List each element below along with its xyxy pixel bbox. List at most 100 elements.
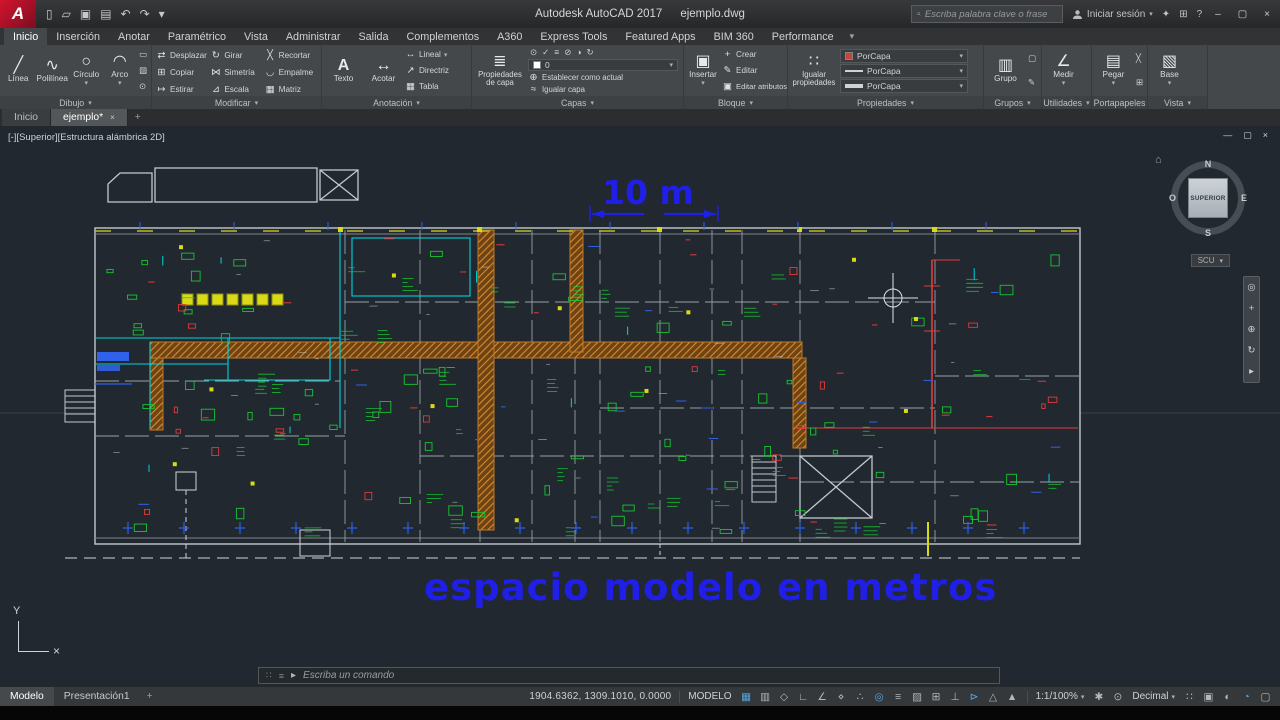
- panel-label-utilidades[interactable]: Utilidades ▾: [1042, 96, 1091, 109]
- line-button[interactable]: ╱ Línea: [3, 47, 34, 94]
- panel-label-vista[interactable]: Vista ▾: [1148, 96, 1207, 109]
- fillet-button[interactable]: ◡ Empalme: [265, 65, 317, 79]
- open-file-icon[interactable]: ▱: [62, 7, 71, 21]
- ribbon-tab-complementos[interactable]: Complementos: [397, 28, 488, 45]
- annotation-visibility-icon[interactable]: △: [987, 691, 1000, 703]
- mirror-button[interactable]: ⋈ Simetría: [210, 65, 262, 79]
- viewport-controls-label[interactable]: [-][Superior][Estructura alámbrica 2D]: [8, 132, 165, 143]
- viewcube-west[interactable]: O: [1169, 193, 1176, 203]
- layer-on-icon[interactable]: ⊙: [530, 47, 537, 58]
- ucs-selector[interactable]: SCU ▾: [1190, 254, 1230, 267]
- viewcube-east[interactable]: E: [1241, 193, 1247, 203]
- layer-freeze-icon[interactable]: ⊘: [564, 47, 571, 58]
- panel-label-propiedades[interactable]: Propiedades ▾: [788, 96, 983, 109]
- ribbon-display-toggle[interactable]: ▾: [843, 28, 862, 45]
- ribbon-tab-paramétrico[interactable]: Paramétrico: [159, 28, 235, 45]
- layer-list-icon[interactable]: ≡: [554, 47, 559, 58]
- ribbon-tab-inicio[interactable]: Inicio: [4, 28, 48, 45]
- viewport-restore-button[interactable]: ▢: [1243, 130, 1252, 141]
- viewport-minimize-button[interactable]: —: [1223, 130, 1232, 141]
- group-button[interactable]: ▥ Grupo: [987, 47, 1024, 94]
- object-color-combo[interactable]: PorCapa ▾: [840, 48, 968, 63]
- lineweight-combo[interactable]: PorCapa ▾: [840, 78, 968, 93]
- cut-icon[interactable]: ╳: [1136, 53, 1143, 64]
- ribbon-tab-performance[interactable]: Performance: [763, 28, 843, 45]
- units-button[interactable]: Decimal ▾: [1132, 691, 1175, 702]
- panel-label-dibujo[interactable]: Dibujo ▾: [0, 96, 151, 109]
- pan-icon[interactable]: +: [1249, 303, 1255, 314]
- annotation-scale-button[interactable]: 1:1/100% ▾: [1036, 691, 1085, 702]
- graphics-performance-icon[interactable]: ◔: [1240, 691, 1253, 703]
- ribbon-tab-administrar[interactable]: Administrar: [277, 28, 350, 45]
- search-input[interactable]: [924, 8, 1057, 20]
- annotation-monitor-icon[interactable]: ⊙: [1111, 691, 1124, 703]
- model-space-button[interactable]: MODELO: [688, 691, 731, 702]
- undo-icon[interactable]: ↶: [121, 7, 131, 21]
- zoom-icon[interactable]: ⊕: [1248, 324, 1256, 335]
- ribbon-tab-salida[interactable]: Salida: [349, 28, 397, 45]
- selection-cycling-icon[interactable]: ⊞: [930, 691, 943, 703]
- command-line[interactable]: ∷ ≡ ▸ Escriba un comando: [258, 667, 1000, 684]
- help-search[interactable]: [910, 5, 1063, 23]
- circle-button[interactable]: ○ Círculo ▾: [71, 47, 102, 94]
- infer-constraints-icon[interactable]: ◇: [778, 691, 791, 703]
- model-space-canvas[interactable]: 10 m espacio modelo en metros: [0, 126, 1280, 686]
- snap-mode-icon[interactable]: ▥: [759, 691, 772, 703]
- copy-button[interactable]: ⊞ Copiar: [156, 65, 208, 79]
- layer-combo[interactable]: 0 ▾: [528, 58, 678, 71]
- ribbon-tab-inserción[interactable]: Inserción: [47, 28, 109, 45]
- help-button[interactable]: ?: [1197, 9, 1203, 20]
- new-layout-button[interactable]: +: [140, 687, 160, 706]
- trim-button[interactable]: ╳ Recortar: [265, 48, 317, 62]
- showmotion-icon[interactable]: ▸: [1249, 366, 1254, 377]
- viewcube-top-face[interactable]: SUPERIOR: [1188, 178, 1228, 218]
- panel-label-modificar[interactable]: Modificar ▾: [152, 96, 321, 109]
- rectangle-icon[interactable]: ▭: [139, 49, 147, 60]
- workspace-switching-icon[interactable]: ✱: [1092, 691, 1105, 703]
- dynamic-ucs-icon[interactable]: ⊥: [949, 691, 962, 703]
- viewcube-south[interactable]: S: [1205, 228, 1211, 238]
- navigation-wheel-icon[interactable]: ◎: [1247, 282, 1255, 293]
- linetype-combo[interactable]: PorCapa ▾: [840, 63, 968, 78]
- layout-tab-presentacion1[interactable]: Presentación1: [54, 687, 140, 706]
- text-button[interactable]: A Texto: [325, 47, 362, 94]
- ortho-mode-icon[interactable]: ∟: [797, 691, 810, 703]
- ellipse-icon[interactable]: ⊙: [139, 81, 147, 92]
- window-restore-button[interactable]: ▢: [1234, 9, 1251, 20]
- command-line-grip[interactable]: ∷: [266, 670, 272, 681]
- qat-customize-icon[interactable]: ▾: [159, 7, 165, 21]
- group-edit-icon[interactable]: ✎: [1028, 77, 1036, 88]
- move-button[interactable]: ⇄ Desplazar: [156, 48, 208, 62]
- edit-attributes-button[interactable]: ▣Editar atributos▾: [722, 79, 787, 93]
- ungroup-icon[interactable]: ▢: [1028, 53, 1036, 64]
- model-tab[interactable]: Modelo: [0, 687, 54, 706]
- save-icon[interactable]: ▣: [80, 7, 91, 21]
- base-view-button[interactable]: ▧ Base ▾: [1151, 47, 1188, 94]
- ribbon-tab-a360[interactable]: A360: [488, 28, 531, 45]
- lineweight-icon[interactable]: ≡: [892, 691, 905, 703]
- array-button[interactable]: ▦ Matriz: [265, 82, 317, 96]
- layer-properties-button[interactable]: ≣ Propiedades de capa: [475, 47, 525, 94]
- rotate-button[interactable]: ↻ Girar: [210, 48, 262, 62]
- grid-icon[interactable]: ▦: [740, 691, 753, 703]
- polar-tracking-icon[interactable]: ∠: [816, 691, 829, 703]
- new-drawing-tab-button[interactable]: +: [128, 109, 148, 126]
- panel-label-grupos[interactable]: Grupos ▾: [984, 96, 1041, 109]
- panel-label-anotacion[interactable]: Anotación ▾: [322, 96, 471, 109]
- file-tab-inicio[interactable]: Inicio: [2, 109, 52, 126]
- command-input[interactable]: Escriba un comando: [303, 670, 394, 681]
- ribbon-tab-express-tools[interactable]: Express Tools: [531, 28, 616, 45]
- a360-icon[interactable]: ✦: [1162, 9, 1170, 20]
- object-snap-icon[interactable]: ◎: [873, 691, 886, 703]
- object-snap-tracking-icon[interactable]: ∴: [854, 691, 867, 703]
- viewport-close-button[interactable]: ×: [1263, 130, 1268, 141]
- layer-lock-icon[interactable]: ◑: [576, 47, 581, 58]
- window-close-button[interactable]: ×: [1260, 9, 1274, 20]
- file-tab-ejemplo-[interactable]: ejemplo* ×: [51, 109, 128, 126]
- panel-label-bloque[interactable]: Bloque ▾: [684, 96, 787, 109]
- isometric-drafting-icon[interactable]: ⋄: [835, 691, 848, 703]
- panel-label-portapapeles[interactable]: Portapapeles: [1092, 96, 1147, 109]
- arc-button[interactable]: ◠ Arco ▾: [104, 47, 135, 94]
- copy-clip-icon[interactable]: ⊞: [1136, 77, 1143, 88]
- hatch-icon[interactable]: ▨: [139, 65, 147, 76]
